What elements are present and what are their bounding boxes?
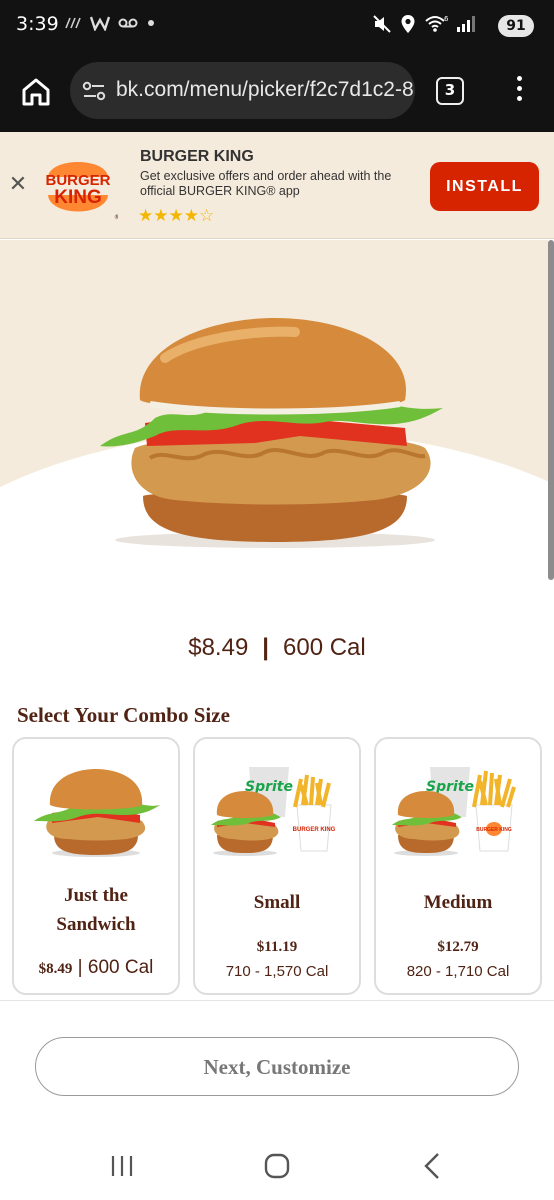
url-text[interactable]: bk.com/menu/picker/f2c7d1c2-8 xyxy=(116,78,414,102)
separator: | xyxy=(262,634,270,661)
svg-text:6: 6 xyxy=(444,15,448,23)
combo-name: Small xyxy=(253,892,301,913)
location-icon xyxy=(401,15,415,33)
signal-icon xyxy=(457,16,475,32)
mute-vibrate-icon xyxy=(373,15,391,33)
combo-calories: 710 - 1,570 Cal xyxy=(225,963,329,980)
battery-indicator: 91 xyxy=(498,15,534,37)
svg-text:KING: KING xyxy=(54,187,102,208)
back-icon[interactable] xyxy=(420,1152,444,1180)
next-customize-button[interactable]: Next, Customize xyxy=(35,1037,519,1096)
combo-option-medium[interactable]: Sprite BURGER KING Medium $12.79 820 - 1… xyxy=(374,737,542,995)
product-calories: 600 Cal xyxy=(283,634,366,661)
small-combo-image: Sprite BURGER KING xyxy=(211,767,336,856)
voicemail-icon xyxy=(118,18,138,28)
wifi-6-icon: 6 xyxy=(425,15,448,32)
install-button[interactable]: INSTALL xyxy=(430,162,539,211)
status-right-icons: 6 xyxy=(372,14,476,34)
combo-name: Medium xyxy=(423,892,493,913)
system-nav-bar xyxy=(0,1130,554,1200)
combo-name-line1: Just the xyxy=(64,885,128,906)
separator: | xyxy=(77,957,83,978)
home-icon xyxy=(22,78,50,106)
site-settings-icon[interactable] xyxy=(82,80,106,102)
combo-price-calories: $8.49 | 600 Cal xyxy=(14,957,178,979)
browser-toolbar: bk.com/menu/picker/f2c7d1c2-8 3 xyxy=(0,52,554,132)
medium-combo-image: Sprite BURGER KING xyxy=(392,767,516,856)
home-nav-icon[interactable] xyxy=(263,1152,291,1180)
combo-option-small[interactable]: Sprite BURGER KING Small $11.19 710 - 1,… xyxy=(193,737,361,995)
combo-option-sandwich[interactable]: Just the Sandwich $8.49 | 600 Cal xyxy=(12,737,180,995)
combo-calories: 600 Cal xyxy=(87,957,154,978)
scrollbar[interactable] xyxy=(548,240,554,580)
recents-icon[interactable] xyxy=(110,1154,134,1178)
product-price-calories: $8.49 | 600 Cal xyxy=(0,634,554,662)
combo-price: $8.49 xyxy=(38,961,73,977)
fries-cup-label: BURGER KING xyxy=(293,827,336,833)
browser-home-button[interactable] xyxy=(18,74,54,110)
dot-icon xyxy=(147,20,154,27)
divider xyxy=(0,1000,554,1001)
status-bar: 3:39 6 91 xyxy=(0,0,554,52)
chicken-sandwich-image xyxy=(100,318,443,548)
address-bar[interactable]: bk.com/menu/picker/f2c7d1c2-8 xyxy=(70,62,415,119)
app-install-banner: ✕ BURGER KING ® BURGER KING Get exclusiv… xyxy=(0,132,554,239)
status-time: 3:39 xyxy=(16,13,59,35)
tab-switcher-button[interactable]: 3 xyxy=(436,77,464,105)
combo-price: $11.19 xyxy=(256,939,298,955)
combo-price: $12.79 xyxy=(437,939,479,955)
wwe-icon xyxy=(90,16,111,32)
combo-name-line2: Sandwich xyxy=(56,914,136,935)
banner-title: BURGER KING xyxy=(140,148,254,165)
rating-stars: ★★★★☆ xyxy=(138,206,215,226)
wifi-calling-icon xyxy=(65,17,81,29)
fries-cup-label: BURGER KING xyxy=(476,827,512,833)
banner-description: Get exclusive offers and order ahead wit… xyxy=(140,169,392,198)
more-menu-icon[interactable] xyxy=(510,76,528,106)
product-hero xyxy=(0,240,548,585)
svg-text:®: ® xyxy=(114,214,118,221)
product-price: $8.49 xyxy=(188,634,249,661)
sandwich-image xyxy=(34,769,160,857)
status-left-icons xyxy=(64,14,155,32)
combo-section-title: Select Your Combo Size xyxy=(17,703,230,727)
combo-calories: 820 - 1,710 Cal xyxy=(406,963,510,980)
close-icon[interactable]: ✕ xyxy=(8,172,28,197)
burger-king-logo: BURGER KING ® xyxy=(44,150,118,222)
